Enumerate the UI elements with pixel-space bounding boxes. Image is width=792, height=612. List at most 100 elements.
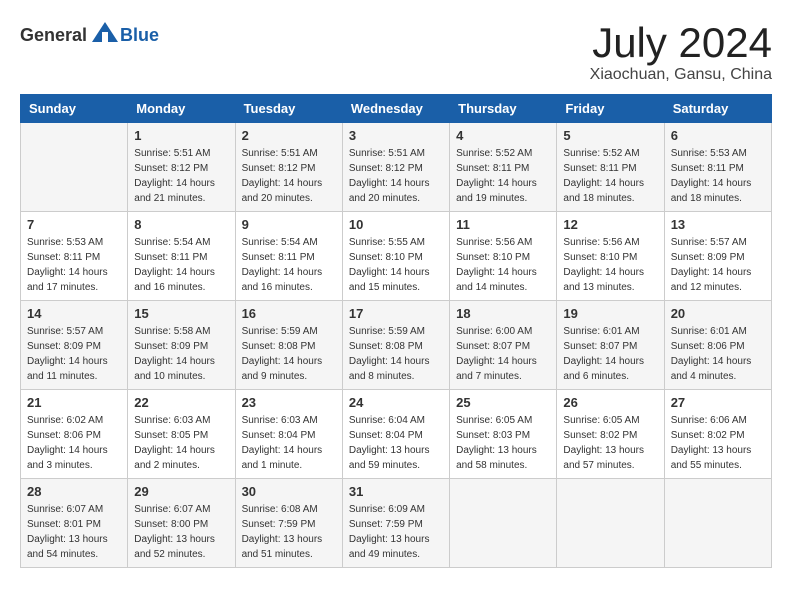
- day-number: 12: [563, 217, 657, 232]
- day-number: 19: [563, 306, 657, 321]
- day-info: Sunrise: 5:57 AM Sunset: 8:09 PM Dayligh…: [671, 235, 765, 295]
- day-info: Sunrise: 6:00 AM Sunset: 8:07 PM Dayligh…: [456, 324, 550, 384]
- calendar-week-row: 21 Sunrise: 6:02 AM Sunset: 8:06 PM Dayli…: [21, 390, 772, 479]
- location-title: Xiaochuan, Gansu, China: [590, 66, 772, 84]
- calendar-day-cell: [664, 479, 771, 568]
- calendar-day-cell: 29Sunrise: 6:07 AM Sunset: 8:00 PM Dayli…: [128, 479, 235, 568]
- day-info: Sunrise: 5:58 AM Sunset: 8:09 PM Dayligh…: [134, 324, 228, 384]
- calendar-day-cell: 1 Sunrise: 5:51 AM Sunset: 8:12 PM Daylig…: [128, 123, 235, 212]
- calendar-day-cell: [450, 479, 557, 568]
- calendar-day-cell: 13 Sunrise: 5:57 AM Sunset: 8:09 PM Dayli…: [664, 212, 771, 301]
- calendar-day-cell: 14Sunrise: 5:57 AM Sunset: 8:09 PM Dayli…: [21, 301, 128, 390]
- day-info: Sunrise: 5:52 AM Sunset: 8:11 PM Dayligh…: [456, 146, 550, 206]
- calendar-header-row: SundayMondayTuesdayWednesdayThursdayFrid…: [21, 95, 772, 123]
- day-number: 31: [349, 484, 443, 499]
- calendar-day-cell: 28Sunrise: 6:07 AM Sunset: 8:01 PM Dayli…: [21, 479, 128, 568]
- calendar-day-cell: 15 Sunrise: 5:58 AM Sunset: 8:09 PM Dayli…: [128, 301, 235, 390]
- calendar-day-cell: 5 Sunrise: 5:52 AM Sunset: 8:11 PM Daylig…: [557, 123, 664, 212]
- calendar-day-cell: 22 Sunrise: 6:03 AM Sunset: 8:05 PM Dayli…: [128, 390, 235, 479]
- title-block: July 2024 Xiaochuan, Gansu, China: [590, 20, 772, 84]
- logo-icon: [90, 20, 120, 50]
- calendar-day-cell: 3 Sunrise: 5:51 AM Sunset: 8:12 PM Daylig…: [342, 123, 449, 212]
- weekday-header: Wednesday: [342, 95, 449, 123]
- day-info: Sunrise: 5:54 AM Sunset: 8:11 PM Dayligh…: [134, 235, 228, 295]
- day-number: 14: [27, 306, 121, 321]
- day-info: Sunrise: 5:51 AM Sunset: 8:12 PM Dayligh…: [242, 146, 336, 206]
- logo-general-text: General: [20, 25, 87, 46]
- calendar-day-cell: 19 Sunrise: 6:01 AM Sunset: 8:07 PM Dayli…: [557, 301, 664, 390]
- calendar-table: SundayMondayTuesdayWednesdayThursdayFrid…: [20, 94, 772, 568]
- day-info: Sunrise: 6:09 AM Sunset: 7:59 PM Dayligh…: [349, 502, 443, 562]
- calendar-day-cell: 7Sunrise: 5:53 AM Sunset: 8:11 PM Daylig…: [21, 212, 128, 301]
- weekday-header: Friday: [557, 95, 664, 123]
- day-info: Sunrise: 6:01 AM Sunset: 8:07 PM Dayligh…: [563, 324, 657, 384]
- logo: General Blue: [20, 20, 159, 50]
- calendar-day-cell: 9 Sunrise: 5:54 AM Sunset: 8:11 PM Daylig…: [235, 212, 342, 301]
- calendar-day-cell: 16Sunrise: 5:59 AM Sunset: 8:08 PM Dayli…: [235, 301, 342, 390]
- day-number: 7: [27, 217, 121, 232]
- calendar-day-cell: 8 Sunrise: 5:54 AM Sunset: 8:11 PM Daylig…: [128, 212, 235, 301]
- day-number: 8: [134, 217, 228, 232]
- day-info: Sunrise: 6:07 AM Sunset: 8:00 PM Dayligh…: [134, 502, 228, 562]
- day-number: 11: [456, 217, 550, 232]
- day-number: 17: [349, 306, 443, 321]
- weekday-header: Thursday: [450, 95, 557, 123]
- page-header: General Blue July 2024 Xiaochuan, Gansu,…: [20, 20, 772, 84]
- calendar-day-cell: 24 Sunrise: 6:04 AM Sunset: 8:04 PM Dayli…: [342, 390, 449, 479]
- day-number: 5: [563, 128, 657, 143]
- day-info: Sunrise: 6:06 AM Sunset: 8:02 PM Dayligh…: [671, 413, 765, 473]
- day-info: Sunrise: 5:55 AM Sunset: 8:10 PM Dayligh…: [349, 235, 443, 295]
- day-info: Sunrise: 6:03 AM Sunset: 8:05 PM Dayligh…: [134, 413, 228, 473]
- calendar-week-row: 1 Sunrise: 5:51 AM Sunset: 8:12 PM Daylig…: [21, 123, 772, 212]
- calendar-week-row: 7Sunrise: 5:53 AM Sunset: 8:11 PM Daylig…: [21, 212, 772, 301]
- calendar-day-cell: 21 Sunrise: 6:02 AM Sunset: 8:06 PM Dayli…: [21, 390, 128, 479]
- calendar-day-cell: 26 Sunrise: 6:05 AM Sunset: 8:02 PM Dayli…: [557, 390, 664, 479]
- calendar-day-cell: 6 Sunrise: 5:53 AM Sunset: 8:11 PM Daylig…: [664, 123, 771, 212]
- day-number: 1: [134, 128, 228, 143]
- day-number: 28: [27, 484, 121, 499]
- calendar-day-cell: [21, 123, 128, 212]
- calendar-day-cell: 31 Sunrise: 6:09 AM Sunset: 7:59 PM Dayli…: [342, 479, 449, 568]
- day-number: 2: [242, 128, 336, 143]
- day-number: 15: [134, 306, 228, 321]
- day-number: 9: [242, 217, 336, 232]
- weekday-header: Monday: [128, 95, 235, 123]
- day-info: Sunrise: 5:51 AM Sunset: 8:12 PM Dayligh…: [349, 146, 443, 206]
- calendar-day-cell: 30Sunrise: 6:08 AM Sunset: 7:59 PM Dayli…: [235, 479, 342, 568]
- day-info: Sunrise: 5:51 AM Sunset: 8:12 PM Dayligh…: [134, 146, 228, 206]
- day-number: 26: [563, 395, 657, 410]
- calendar-day-cell: 17 Sunrise: 5:59 AM Sunset: 8:08 PM Dayli…: [342, 301, 449, 390]
- calendar-day-cell: 4Sunrise: 5:52 AM Sunset: 8:11 PM Daylig…: [450, 123, 557, 212]
- day-number: 6: [671, 128, 765, 143]
- day-info: Sunrise: 6:03 AM Sunset: 8:04 PM Dayligh…: [242, 413, 336, 473]
- day-number: 20: [671, 306, 765, 321]
- calendar-day-cell: 11 Sunrise: 5:56 AM Sunset: 8:10 PM Dayli…: [450, 212, 557, 301]
- calendar-day-cell: 25Sunrise: 6:05 AM Sunset: 8:03 PM Dayli…: [450, 390, 557, 479]
- day-number: 23: [242, 395, 336, 410]
- calendar-day-cell: [557, 479, 664, 568]
- calendar-day-cell: 18Sunrise: 6:00 AM Sunset: 8:07 PM Dayli…: [450, 301, 557, 390]
- day-number: 21: [27, 395, 121, 410]
- day-number: 25: [456, 395, 550, 410]
- month-title: July 2024: [590, 20, 772, 66]
- calendar-day-cell: 20Sunrise: 6:01 AM Sunset: 8:06 PM Dayli…: [664, 301, 771, 390]
- day-info: Sunrise: 5:53 AM Sunset: 8:11 PM Dayligh…: [671, 146, 765, 206]
- day-number: 24: [349, 395, 443, 410]
- day-info: Sunrise: 5:59 AM Sunset: 8:08 PM Dayligh…: [349, 324, 443, 384]
- day-info: Sunrise: 6:05 AM Sunset: 8:02 PM Dayligh…: [563, 413, 657, 473]
- day-info: Sunrise: 5:54 AM Sunset: 8:11 PM Dayligh…: [242, 235, 336, 295]
- calendar-day-cell: 23 Sunrise: 6:03 AM Sunset: 8:04 PM Dayli…: [235, 390, 342, 479]
- day-number: 3: [349, 128, 443, 143]
- day-info: Sunrise: 6:04 AM Sunset: 8:04 PM Dayligh…: [349, 413, 443, 473]
- calendar-week-row: 28Sunrise: 6:07 AM Sunset: 8:01 PM Dayli…: [21, 479, 772, 568]
- calendar-day-cell: 2 Sunrise: 5:51 AM Sunset: 8:12 PM Daylig…: [235, 123, 342, 212]
- day-info: Sunrise: 6:02 AM Sunset: 8:06 PM Dayligh…: [27, 413, 121, 473]
- day-number: 22: [134, 395, 228, 410]
- day-number: 13: [671, 217, 765, 232]
- calendar-week-row: 14Sunrise: 5:57 AM Sunset: 8:09 PM Dayli…: [21, 301, 772, 390]
- day-info: Sunrise: 5:52 AM Sunset: 8:11 PM Dayligh…: [563, 146, 657, 206]
- day-info: Sunrise: 5:56 AM Sunset: 8:10 PM Dayligh…: [563, 235, 657, 295]
- day-info: Sunrise: 5:56 AM Sunset: 8:10 PM Dayligh…: [456, 235, 550, 295]
- day-info: Sunrise: 6:08 AM Sunset: 7:59 PM Dayligh…: [242, 502, 336, 562]
- logo-blue-text: Blue: [120, 25, 159, 46]
